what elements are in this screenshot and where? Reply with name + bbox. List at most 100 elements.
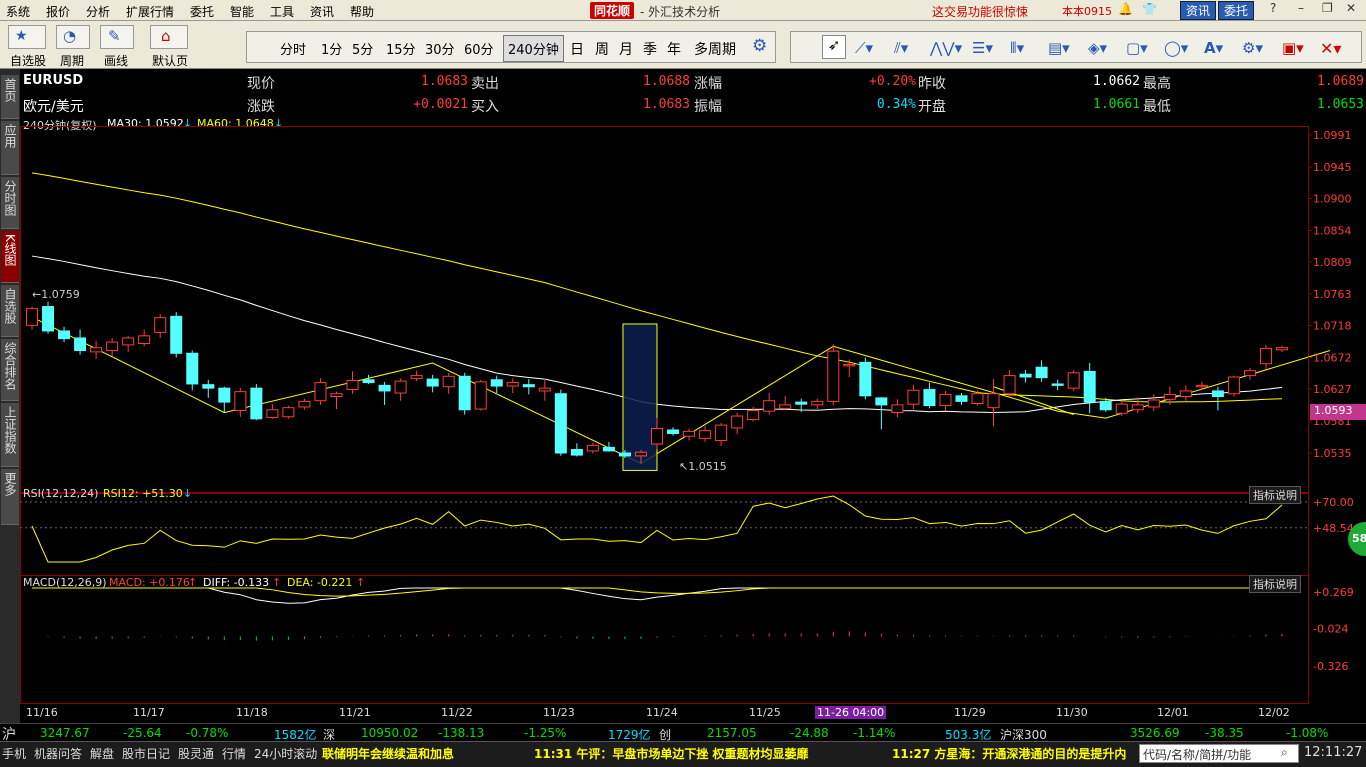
sidebar-tab-sh-index[interactable]: 上证指数 xyxy=(1,403,19,467)
maximize-icon[interactable]: ❐ xyxy=(1322,1,1333,15)
news-item[interactable]: 联储明年会继续温和加息 xyxy=(322,745,454,762)
parallel-tool-icon[interactable]: ⫽▾ xyxy=(894,39,908,57)
date-label: 12/01 xyxy=(1157,706,1189,719)
period-multi[interactable]: 多周期 xyxy=(694,39,736,59)
trade-button[interactable]: 委托 xyxy=(1218,1,1255,20)
candle-body xyxy=(282,407,295,418)
menu-analysis[interactable]: 分析 xyxy=(86,3,110,20)
menu-smart[interactable]: 智能 xyxy=(230,3,254,20)
menu-quote[interactable]: 报价 xyxy=(46,3,70,20)
sidebar-tab-home[interactable]: 首页 xyxy=(1,75,19,119)
cursor-icon[interactable]: ➶ xyxy=(822,35,846,59)
tab-qa[interactable]: 机器问答 xyxy=(34,745,82,762)
minimize-icon[interactable]: – xyxy=(1298,1,1304,15)
menu-system[interactable]: 系统 xyxy=(6,3,30,20)
rsi-panel: +70.00 +48.54 xyxy=(20,495,1354,563)
wave-tool-icon[interactable]: ⋀⋁▾ xyxy=(930,39,962,57)
candle-body xyxy=(1243,370,1256,377)
value-amplitude: 0.34% xyxy=(876,97,916,112)
candle-body xyxy=(202,384,215,389)
sidebar-tab-ranking[interactable]: 综合排名 xyxy=(1,339,19,401)
tab-stocklink[interactable]: 股灵通 xyxy=(178,745,214,762)
date-label: 12/02 xyxy=(1258,706,1290,719)
date-label: 11/30 xyxy=(1056,706,1088,719)
search-icon[interactable]: ⌕ xyxy=(1281,745,1288,760)
close-icon[interactable]: ✕ xyxy=(1346,1,1356,15)
star-icon: ★ xyxy=(15,28,28,44)
news-item[interactable]: 11:31 午评：早盘市场单边下挫 权重题材均显萎靡 xyxy=(534,745,809,762)
period-day[interactable]: 日 xyxy=(570,39,584,59)
grid-tool-icon[interactable]: ⦀▾ xyxy=(1010,39,1024,57)
sidebar-tab-label: 综合排名 xyxy=(3,342,17,390)
period-season[interactable]: 季 xyxy=(643,39,657,59)
macd-value: MACD: +0.176 xyxy=(109,576,190,589)
menu-info[interactable]: 资讯 xyxy=(310,3,334,20)
period-week[interactable]: 周 xyxy=(595,39,609,59)
tab-24h[interactable]: 24小时滚动 xyxy=(254,745,317,762)
window-title: - 外汇技术分析 xyxy=(640,5,721,19)
period-15min[interactable]: 15分 xyxy=(386,39,416,58)
gear-icon[interactable]: ⚙ xyxy=(752,36,767,56)
period-1min[interactable]: 1分 xyxy=(321,39,342,58)
index-ticker-bar: 沪 3247.67 -25.64 -0.78% 1582亿 深 10950.02… xyxy=(0,723,1366,743)
default-page-button[interactable]: ⌂ xyxy=(150,25,188,49)
period-button[interactable]: ◔ xyxy=(56,25,90,49)
search-input[interactable]: 代码/名称/简拼/功能 xyxy=(1139,744,1299,763)
bell-icon[interactable]: 🔔 xyxy=(1118,2,1133,16)
sidebar-tab-intraday[interactable]: 分时图 xyxy=(1,177,19,229)
sidebar-tab-kline[interactable]: K线图 xyxy=(1,231,19,283)
delete-tool-icon[interactable]: ✕▾ xyxy=(1320,39,1341,58)
menu-tools[interactable]: 工具 xyxy=(270,3,294,20)
price-tick-label: 1.0672 xyxy=(1313,351,1352,364)
period-60min[interactable]: 60分 xyxy=(464,39,494,58)
rectangle-tool-icon[interactable]: ▢▾ xyxy=(1126,39,1148,57)
macd-label: MACD(12,26,9) xyxy=(23,576,107,589)
period-240min[interactable]: 240分钟 xyxy=(503,35,564,62)
tab-diary[interactable]: 股市日记 xyxy=(122,745,170,762)
ad-text[interactable]: 这交易功能很惊悚 xyxy=(932,3,1028,20)
candle-body xyxy=(314,382,327,402)
save-tool-icon[interactable]: ▣▾ xyxy=(1282,39,1304,57)
rsi-explain-button[interactable]: 指标说明 xyxy=(1249,486,1301,504)
menu-help[interactable]: 帮助 xyxy=(350,3,374,20)
clock: 12:11:27 xyxy=(1304,745,1363,760)
ellipse-tool-icon[interactable]: ◯▾ xyxy=(1164,39,1188,57)
tab-market[interactable]: 行情 xyxy=(222,745,246,762)
candle-body xyxy=(1259,347,1272,365)
home-icon: ⌂ xyxy=(161,27,171,45)
period-year[interactable]: 年 xyxy=(667,39,681,59)
period-tick[interactable]: 分时 xyxy=(280,39,306,58)
sidebar-tab-watchlist[interactable]: 自选股 xyxy=(1,285,19,337)
sidebar-tab-more[interactable]: 更多 xyxy=(1,469,19,525)
chart-area[interactable]: 1.0991 1.0945 1.0900 1.0854 1.0809 1.0763 1.07… xyxy=(20,118,1366,723)
settings-tool-icon[interactable]: ⚙▾ xyxy=(1242,39,1263,57)
candle-body xyxy=(474,381,487,410)
period-month[interactable]: 月 xyxy=(619,39,633,59)
sidebar-tab-apps[interactable]: 应用 xyxy=(1,121,19,175)
period-5min[interactable]: 5分 xyxy=(352,39,373,58)
help-icon[interactable]: ? xyxy=(1270,1,1276,15)
value-buy: 1.0683 xyxy=(643,97,690,112)
news-item[interactable]: 11:27 方星海：开通深港通的目的是提升内 xyxy=(892,745,1138,762)
menu-trade[interactable]: 委托 xyxy=(190,3,214,20)
fan-tool-icon[interactable]: ◈▾ xyxy=(1088,39,1107,57)
candle-body xyxy=(1019,373,1032,378)
channel-tool-icon[interactable]: ▤▾ xyxy=(1048,39,1070,57)
candle-body xyxy=(58,330,71,340)
period-30min[interactable]: 30分 xyxy=(425,39,455,58)
candle-body xyxy=(923,389,936,407)
news-button[interactable]: 资讯 xyxy=(1180,1,1217,20)
tab-analysis[interactable]: 解盘 xyxy=(90,745,114,762)
line-tool-icon[interactable]: ⟋▾ xyxy=(855,39,873,57)
rsi-value: RSI12: +51.30 xyxy=(103,487,183,500)
fib-tool-icon[interactable]: ☰▾ xyxy=(972,39,993,57)
price-tick-label: 1.0854 xyxy=(1313,225,1352,238)
macd-explain-button[interactable]: 指标说明 xyxy=(1249,575,1301,593)
shirt-icon[interactable]: 👕 xyxy=(1142,2,1157,16)
menu-extended[interactable]: 扩展行情 xyxy=(126,3,174,20)
text-tool-icon[interactable]: A▾ xyxy=(1204,39,1223,57)
self-select-button[interactable]: ★ xyxy=(8,25,46,49)
draw-button[interactable]: ✎ xyxy=(100,25,134,49)
candle-body xyxy=(955,395,968,402)
tab-mobile[interactable]: 手机 xyxy=(2,745,26,762)
